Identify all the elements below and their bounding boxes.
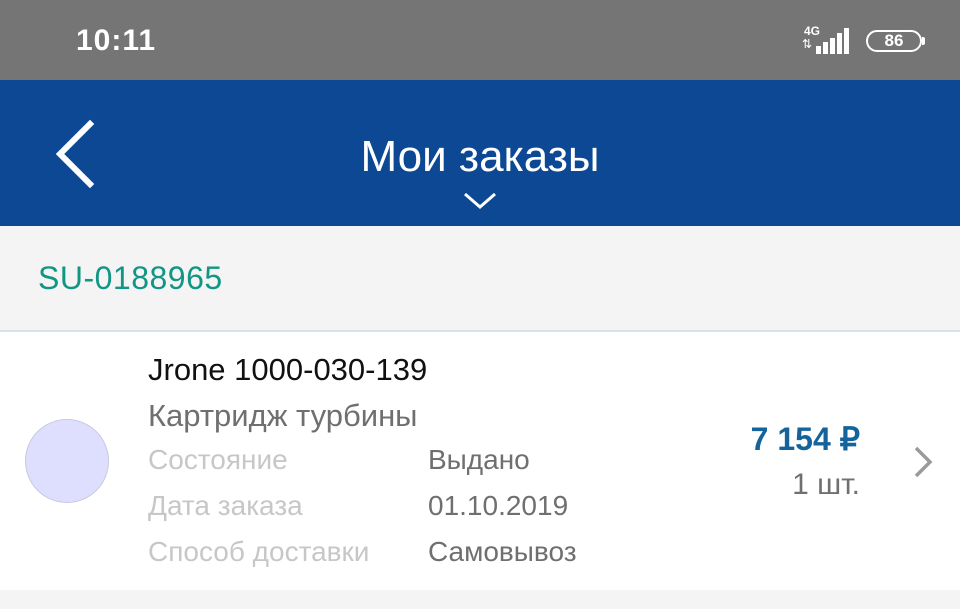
status-value: Выдано [428,444,530,475]
battery-icon: 86 [866,30,922,52]
order-header[interactable]: SU-0188965 [0,226,960,332]
chevron-right-icon [914,446,933,478]
orders-dropdown-button[interactable] [462,190,498,212]
order-id: SU-0188965 [38,260,223,296]
list-bottom-divider [0,590,960,609]
product-name: Картридж турбины [148,398,418,433]
delivery-method-label: Способ доставки [148,536,370,567]
status-bar: 10:11 4G ⇅ 86 [0,0,960,80]
page-title: Мои заказы [360,132,600,181]
order-date-label: Дата заказа [148,490,303,521]
signal-icon: 4G ⇅ [800,24,852,56]
delivery-method-value: Самовывоз [428,536,577,567]
battery-tip [922,37,925,45]
battery-level: 86 [884,31,904,50]
item-quantity: 1 шт. [792,468,860,501]
order-date-value: 01.10.2019 [428,490,569,521]
item-price: 7 154 ₽ [750,421,860,457]
app-bar: Мои заказы [0,80,960,226]
item-details-button[interactable] [910,444,934,480]
status-label: Состояние [148,444,288,475]
status-time: 10:11 [76,24,157,57]
chevron-down-icon [464,192,496,209]
product-sku: Jrone 1000-030-139 [148,352,428,387]
order-item[interactable]: Jrone 1000-030-139 Картридж турбины Сост… [0,332,960,590]
product-image-placeholder [25,419,109,503]
data-arrows-icon: ⇅ [802,37,813,51]
